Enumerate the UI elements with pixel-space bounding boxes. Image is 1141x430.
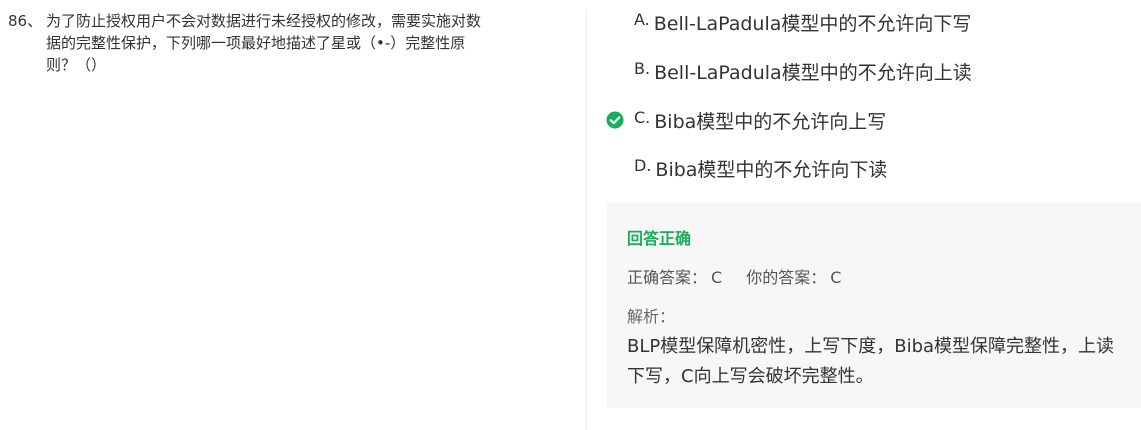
question-stem: 86、 为了防止授权用户不会对数据进行未经授权的修改，需要实施对数 据的完整性保护… — [8, 10, 568, 76]
your-answer-label: 你的答案： — [746, 268, 827, 287]
option-b-text: Bell-LaPadula模型中的不允许向上读 — [654, 61, 972, 84]
option-c[interactable]: C. Biba模型中的不允许向上写 — [606, 105, 886, 135]
option-b-marker — [606, 61, 634, 81]
option-c-text: Biba模型中的不允许向上写 — [654, 110, 887, 133]
answer-status: 回答正确 — [627, 229, 692, 248]
option-c-marker — [606, 110, 634, 130]
question-line-2: 据的完整性保护，下列哪一项最好地描述了星或（•-）完整性原 — [46, 34, 466, 52]
correct-answer-value: C — [711, 268, 723, 287]
check-circle-icon — [606, 111, 624, 129]
question-line-1: 86、 为了防止授权用户不会对数据进行未经授权的修改，需要实施对数 — [8, 10, 568, 32]
option-b[interactable]: B. Bell-LaPadula模型中的不允许向上读 — [606, 56, 972, 86]
question-line-3: 则？（） — [46, 56, 107, 74]
option-d-letter: D. — [634, 155, 652, 175]
option-d-marker — [606, 158, 634, 178]
option-c-letter: C. — [634, 107, 651, 127]
option-d-text: Biba模型中的不允许向下读 — [655, 158, 888, 181]
option-d[interactable]: D. Biba模型中的不允许向下读 — [606, 153, 887, 183]
question-card: 86、 为了防止授权用户不会对数据进行未经授权的修改，需要实施对数 据的完整性保护… — [0, 0, 1141, 430]
analysis-label: 解析： — [627, 307, 676, 326]
analysis-text: BLP模型保障机密性，上写下度，Biba模型保障完整性，上读下写，C向上写会破坏… — [627, 336, 1115, 387]
option-a-text: Bell-LaPadula模型中的不允许向下写 — [653, 12, 972, 35]
option-a-letter: A. — [634, 9, 650, 29]
option-a[interactable]: A. Bell-LaPadula模型中的不允许向下写 — [606, 7, 971, 37]
column-divider — [586, 10, 587, 430]
question-number: 86、 — [8, 12, 43, 30]
option-b-letter: B. — [634, 58, 651, 78]
option-a-marker — [606, 12, 634, 32]
question-text-1: 为了防止授权用户不会对数据进行未经授权的修改，需要实施对数 — [46, 12, 482, 30]
answer-summary: 正确答案： C 你的答案： C — [627, 264, 845, 288]
correct-answer-label: 正确答案： — [627, 268, 708, 287]
your-answer-value: C — [830, 268, 842, 287]
result-panel: 回答正确 正确答案： C 你的答案： C 解析： BLP模型保障机密性，上写下度，Bi… — [607, 203, 1141, 408]
